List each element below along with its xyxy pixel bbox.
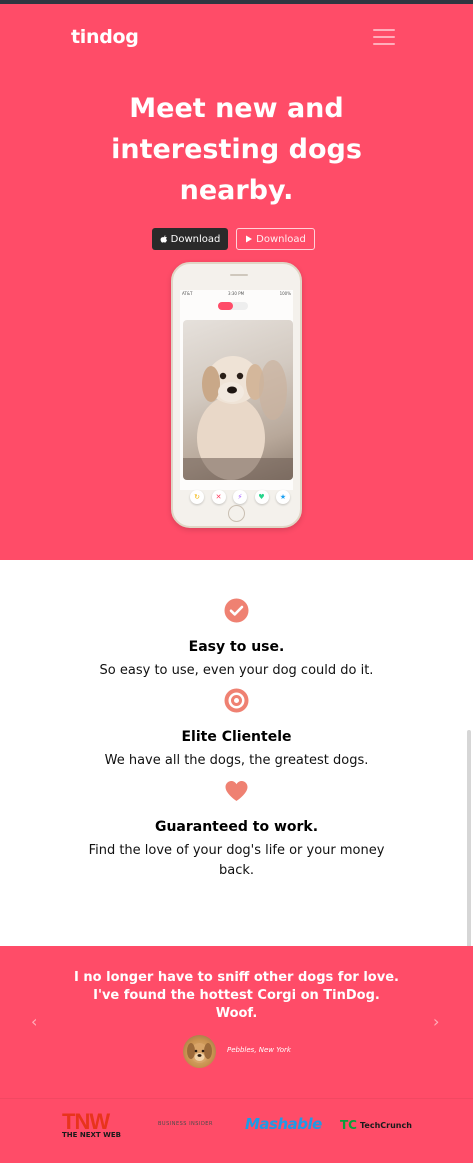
quote-line: Woof. (215, 1006, 258, 1021)
status-battery: 100% (279, 291, 291, 296)
superlike-icon[interactable]: ★ (276, 490, 290, 504)
feature-text-line: back. (218, 863, 255, 878)
play-icon (246, 235, 253, 243)
menu-bar (373, 36, 395, 38)
app-mode-toggle (218, 302, 248, 310)
testimonial-quote: I no longer have to sniff other dogs for… (60, 969, 413, 1023)
phone-mockup: AT&T 3:30 PM 100% ↻ ✕ ⚡ ♥ ★ (171, 262, 302, 528)
hero-section: tindog Meet new and interesting dogs nea… (0, 4, 473, 560)
features-section: Easy to use. So easy to use, even your d… (0, 560, 473, 946)
phone-speaker (230, 274, 248, 276)
brand-logo[interactable]: tindog (71, 26, 139, 48)
techcrunch-name: TechCrunch (360, 1120, 412, 1130)
business-insider-logo: BUSINESS INSIDER (158, 1121, 213, 1127)
carousel-next-arrow-icon[interactable]: › (433, 1012, 439, 1031)
dog-illustration (183, 356, 293, 480)
boost-icon[interactable]: ⚡ (233, 490, 247, 504)
status-carrier: AT&T (182, 291, 193, 296)
download-ios-label: Download (170, 233, 221, 245)
feature-title: Guaranteed to work. (154, 819, 319, 835)
download-android-button[interactable]: Download (236, 228, 315, 250)
mashable-logo: Mashable (245, 1115, 322, 1133)
menu-bar (373, 29, 395, 31)
testimonial-attribution: Pebbles, New York (227, 1046, 291, 1054)
swipe-actions: ↻ ✕ ⚡ ♥ ★ (190, 490, 290, 504)
feature-title: Easy to use. (188, 639, 285, 655)
techcrunch-logo: TC TechCrunch (340, 1118, 412, 1132)
feature-text: So easy to use, even your dog could do i… (99, 663, 374, 678)
tnw-name: THE NEXT WEB (62, 1131, 121, 1139)
feature-text: Find the love of your dog's life or your… (80, 841, 393, 881)
rewind-icon[interactable]: ↻ (190, 490, 204, 504)
feature-title: Elite Clientele (181, 729, 292, 745)
phone-screen: AT&T 3:30 PM 100% ↻ ✕ ⚡ ♥ ★ (180, 290, 293, 504)
headline-line: nearby. (179, 175, 294, 206)
check-circle-icon (224, 598, 249, 623)
headline-line: interesting dogs (111, 134, 362, 165)
quote-line: I've found the hottest Corgi on TinDog. (93, 988, 380, 1003)
feature-text: We have all the dogs, the greatest dogs. (104, 753, 369, 768)
download-android-label: Download (256, 233, 306, 245)
heart-icon (225, 781, 248, 801)
menu-toggle-button[interactable] (373, 29, 395, 45)
like-icon[interactable]: ♥ (254, 490, 269, 504)
testimonial-section: I no longer have to sniff other dogs for… (0, 946, 473, 1098)
feature-text-line: Find the love of your dog's life or your… (88, 843, 385, 858)
quote-line: I no longer have to sniff other dogs for… (74, 970, 399, 985)
apple-icon (160, 234, 167, 243)
download-ios-button[interactable]: Download (152, 228, 228, 250)
dog-photo (183, 320, 293, 480)
dislike-icon[interactable]: ✕ (211, 490, 226, 504)
tnw-logo: TNW THE NEXT WEB (62, 1109, 121, 1139)
press-logos-section: TNW THE NEXT WEB BUSINESS INSIDER Mashab… (0, 1098, 473, 1163)
phone-status-bar: AT&T 3:30 PM 100% (182, 291, 291, 296)
status-time: 3:30 PM (227, 291, 245, 296)
headline-line: Meet new and (129, 93, 344, 124)
avatar (183, 1035, 216, 1068)
techcrunch-mark: TC (340, 1118, 357, 1132)
hero-headline: Meet new and interesting dogs nearby. (0, 88, 473, 211)
phone-home-button (228, 505, 245, 522)
carousel-prev-arrow-icon[interactable]: ‹ (31, 1012, 37, 1031)
menu-bar (373, 43, 395, 45)
target-icon (224, 688, 249, 713)
dog-avatar-illustration (187, 1043, 212, 1063)
